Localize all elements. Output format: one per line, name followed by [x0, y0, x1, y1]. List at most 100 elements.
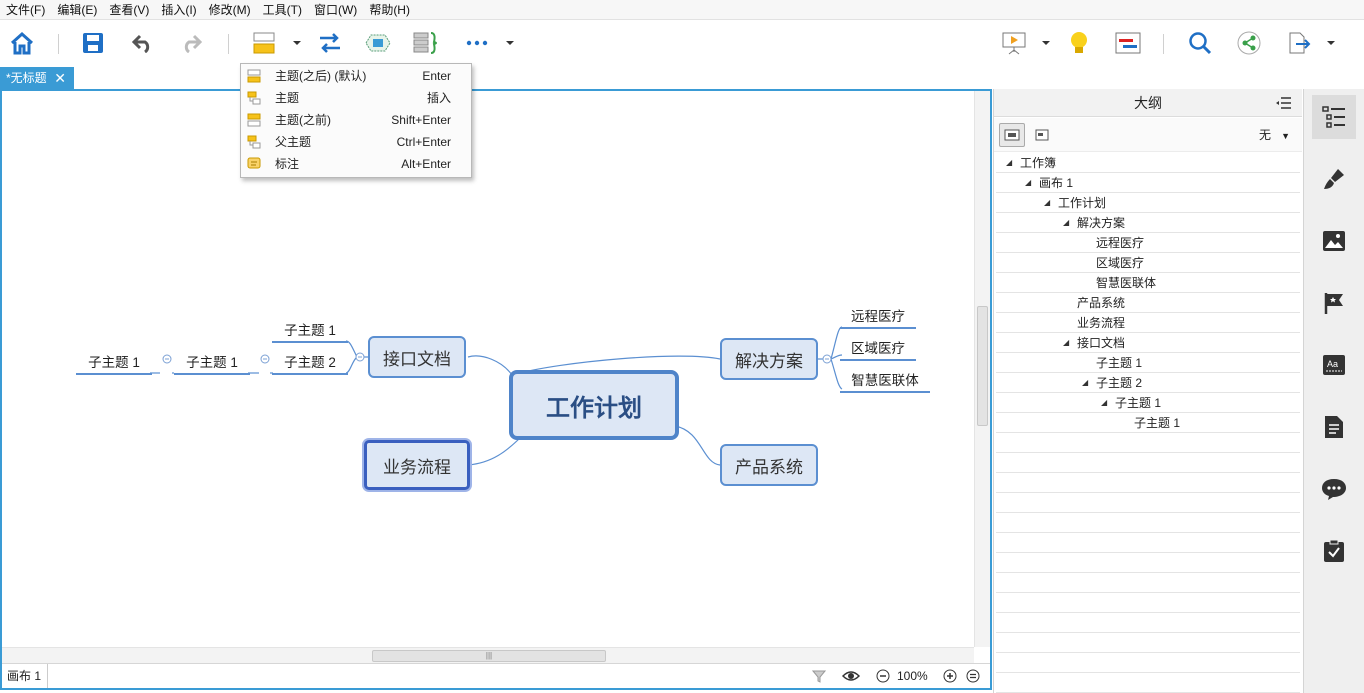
image-icon[interactable]	[1312, 219, 1356, 263]
eye-icon[interactable]	[842, 669, 860, 683]
vertical-scroll-thumb[interactable]	[977, 306, 988, 426]
outline-sheet-icon[interactable]	[1029, 123, 1055, 147]
menu-insert[interactable]: 插入(I)	[155, 0, 202, 20]
sheet-tab[interactable]: 画布 1	[2, 664, 48, 688]
menu-item-subtopic[interactable]: 主题 插入	[241, 87, 471, 109]
vertical-scrollbar[interactable]	[974, 91, 990, 647]
outline-tree-row[interactable]: ◢ 子主题 1	[996, 393, 1300, 413]
expand-triangle-icon[interactable]: ◢	[1063, 213, 1069, 233]
outline-tree-label: 子主题 1	[1096, 356, 1143, 370]
format-brush-icon[interactable]	[1312, 157, 1356, 201]
export-icon[interactable]	[1284, 28, 1314, 58]
document-tab[interactable]: *无标题 ✕	[0, 67, 74, 89]
expand-triangle-icon[interactable]: ◢	[1006, 153, 1012, 173]
mindmap-canvas[interactable]: 工作计划 解决方案 产品系统 接口文档 业务流程 远程医疗 区域医疗 智慧医联体…	[0, 89, 992, 690]
outline-tree-label: 业务流程	[1077, 316, 1126, 330]
outline-tree-label: 解决方案	[1077, 216, 1126, 230]
marker-flag-icon[interactable]	[1312, 281, 1356, 325]
expand-triangle-icon[interactable]: ◢	[1082, 373, 1088, 393]
outline-filter-select[interactable]: 无 ▼	[1259, 126, 1290, 143]
menu-item-parent-topic[interactable]: 父主题 Ctrl+Enter	[241, 131, 471, 153]
outline-tree-row[interactable]: ◢ 工作簿	[996, 153, 1300, 173]
topic-node[interactable]: 解决方案	[720, 338, 818, 380]
menu-help[interactable]: 帮助(H)	[363, 0, 416, 20]
zoom-in-icon[interactable]	[943, 669, 957, 683]
outline-tree-row[interactable]: 产品系统	[996, 293, 1300, 313]
outline-tree-label: 画布 1	[1039, 176, 1074, 190]
gantt-icon[interactable]	[1113, 28, 1143, 58]
task-clipboard-icon[interactable]	[1312, 529, 1356, 573]
menu-tools[interactable]: 工具(T)	[257, 0, 308, 20]
outline-tree-row[interactable]: ◢ 解决方案	[996, 213, 1300, 233]
outline-panel-icon[interactable]	[1312, 95, 1356, 139]
outline-tree-row[interactable]: ◢ 工作计划	[996, 193, 1300, 213]
outline-tree-row[interactable]: ◢ 画布 1	[996, 173, 1300, 193]
presentation-icon[interactable]	[999, 28, 1029, 58]
outline-tree-row[interactable]: 远程医疗	[996, 233, 1300, 253]
redo-icon[interactable]	[176, 28, 206, 58]
expand-triangle-icon[interactable]: ◢	[1101, 393, 1107, 413]
subtopic-node[interactable]: 区域医疗	[840, 335, 916, 361]
outline-tree-row[interactable]: 区域医疗	[996, 253, 1300, 273]
menu-modify[interactable]: 修改(M)	[203, 0, 257, 20]
save-icon[interactable]	[78, 28, 108, 58]
status-bar: 画布 1 100%	[2, 663, 990, 688]
filter-icon[interactable]	[812, 669, 826, 683]
outline-tree-row	[996, 673, 1300, 693]
outline-tree-row[interactable]: 子主题 1	[996, 413, 1300, 433]
notes-icon[interactable]	[1312, 405, 1356, 449]
outline-tree-label: 子主题 2	[1096, 376, 1143, 390]
outline-tree-row[interactable]: ◢ 子主题 2	[996, 373, 1300, 393]
zoom-out-icon[interactable]	[876, 669, 890, 683]
relationship-icon[interactable]	[315, 28, 345, 58]
text-style-icon[interactable]: Aa	[1312, 343, 1356, 387]
outline-tree-row[interactable]: 智慧医联体	[996, 273, 1300, 293]
comment-icon[interactable]	[1312, 467, 1356, 511]
summary-icon[interactable]	[411, 28, 441, 58]
boundary-icon[interactable]	[363, 28, 393, 58]
outline-toolbar: 无 ▼	[994, 118, 1302, 152]
presentation-dropdown-icon[interactable]	[1041, 38, 1051, 48]
menu-file[interactable]: 文件(F)	[0, 0, 51, 20]
menu-item-topic-after[interactable]: 主题(之后) (默认) Enter	[241, 65, 471, 87]
expand-triangle-icon[interactable]: ◢	[1063, 333, 1069, 353]
topic-node[interactable]: 接口文档	[368, 336, 466, 378]
subtopic-node[interactable]: 子主题 1	[272, 317, 348, 343]
subtopic-node[interactable]: 远程医疗	[840, 303, 916, 329]
horizontal-scroll-thumb[interactable]: |||	[372, 650, 606, 662]
outline-tree-row[interactable]: 子主题 1	[996, 353, 1300, 373]
outline-tree-row[interactable]: 业务流程	[996, 313, 1300, 333]
more-dropdown-icon[interactable]	[505, 38, 515, 48]
horizontal-scrollbar[interactable]: |||	[2, 647, 974, 663]
topic-node[interactable]: 产品系统	[720, 444, 818, 486]
subtopic-node[interactable]: 子主题 1	[174, 349, 250, 375]
insert-topic-icon[interactable]	[250, 28, 280, 58]
undo-icon[interactable]	[128, 28, 158, 58]
subtopic-node[interactable]: 智慧医联体	[840, 367, 930, 393]
outline-menu-icon[interactable]	[1276, 96, 1292, 110]
idea-lightbulb-icon[interactable]	[1064, 28, 1094, 58]
menu-view[interactable]: 查看(V)	[103, 0, 155, 20]
subtopic-node[interactable]: 子主题 1	[76, 349, 152, 375]
topic-node-selected[interactable]: 业务流程	[364, 440, 470, 490]
menu-window[interactable]: 窗口(W)	[308, 0, 363, 20]
outline-tree-row	[996, 633, 1300, 653]
close-icon[interactable]: ✕	[54, 67, 66, 89]
expand-triangle-icon[interactable]: ◢	[1025, 173, 1031, 193]
home-icon[interactable]	[7, 28, 37, 58]
outline-tree-row[interactable]: ◢ 接口文档	[996, 333, 1300, 353]
outline-view-icon[interactable]	[999, 123, 1025, 147]
menu-edit[interactable]: 编辑(E)	[51, 0, 103, 20]
share-icon[interactable]	[1234, 28, 1264, 58]
central-topic[interactable]: 工作计划	[509, 370, 679, 440]
menu-item-topic-before[interactable]: 主题(之前) Shift+Enter	[241, 109, 471, 131]
subtopic-node[interactable]: 子主题 2	[272, 349, 348, 375]
export-dropdown-icon[interactable]	[1326, 38, 1336, 48]
expand-triangle-icon[interactable]: ◢	[1044, 193, 1050, 213]
subtopic-icon	[247, 91, 261, 105]
insert-topic-dropdown-icon[interactable]	[292, 38, 302, 48]
search-icon[interactable]	[1185, 28, 1215, 58]
menu-item-callout[interactable]: 标注 Alt+Enter	[241, 153, 471, 175]
fit-view-icon[interactable]	[966, 669, 980, 683]
more-icon[interactable]	[462, 28, 492, 58]
